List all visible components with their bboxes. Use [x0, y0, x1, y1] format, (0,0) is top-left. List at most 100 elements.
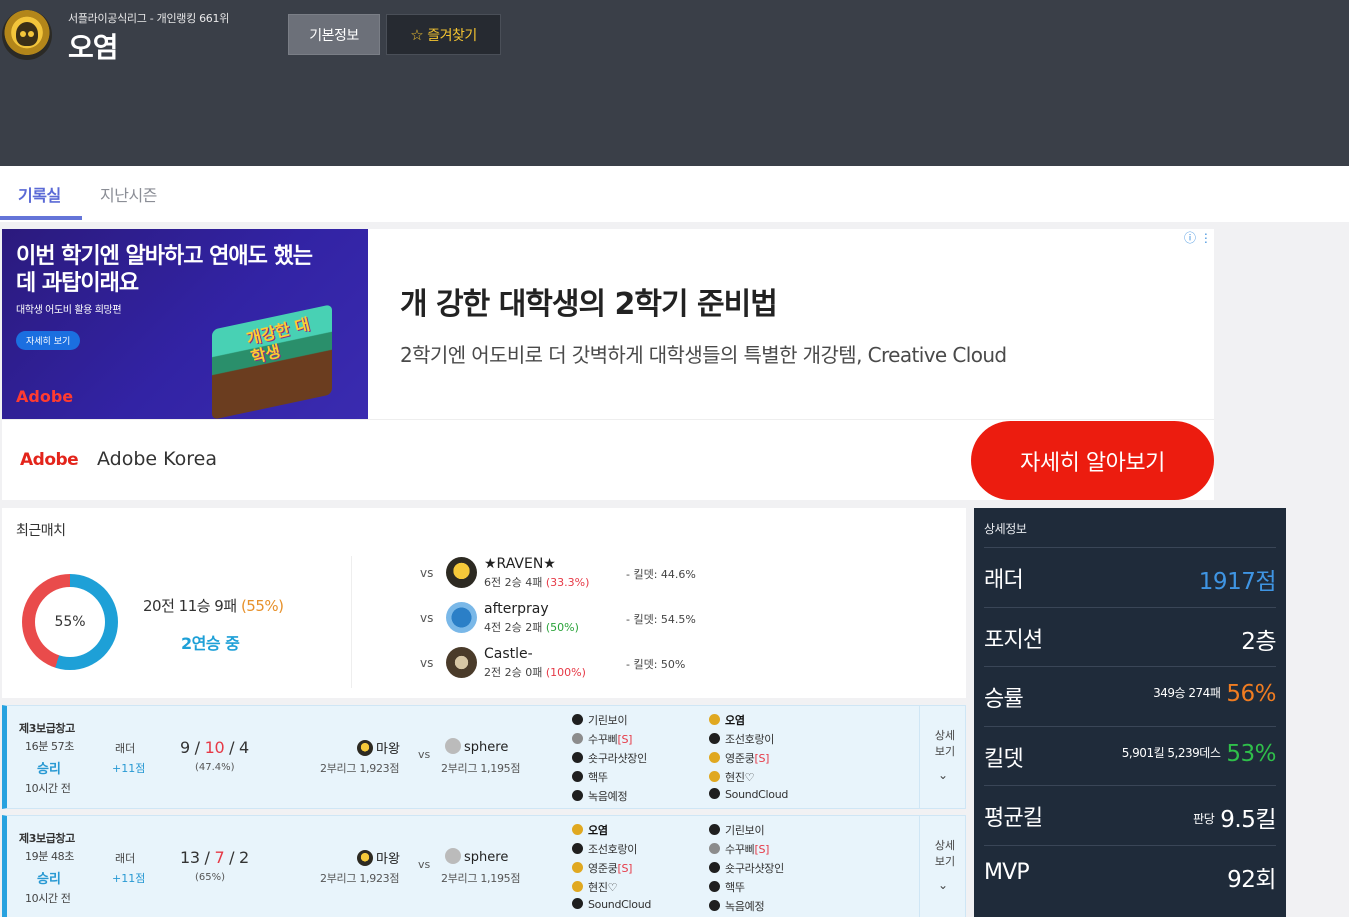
opponent-avatar	[446, 557, 477, 588]
match-result: 승리	[37, 762, 61, 777]
roster-player[interactable]: 녹음예정	[709, 898, 849, 917]
match-ago: 10시간 전	[25, 782, 71, 795]
ad-image-headline: 이번 학기엔 알바하고 연애도 했는데 과탑이래요	[16, 244, 313, 296]
match-kda: 9 / 10 / 4	[180, 738, 249, 757]
vs-label: vs	[418, 748, 431, 761]
roster-player[interactable]: SoundCloud	[572, 898, 712, 917]
stat-label: 승률	[984, 687, 1024, 712]
ladder-delta: +11점	[112, 762, 146, 775]
win-rate-donut: 55%	[22, 574, 118, 670]
roster-player[interactable]: 오염	[709, 712, 849, 731]
stat-value: 판당 9.5킬	[1193, 807, 1276, 833]
roster-player[interactable]: 숏구라샷장인	[572, 750, 712, 769]
race-icon	[709, 771, 720, 782]
race-icon	[572, 733, 583, 744]
match-row[interactable]: 제3보급창고 19분 48초 승리 10시간 전 래더 +11점 13 / 7 …	[2, 815, 966, 917]
opponent-name[interactable]: afterpray	[484, 601, 549, 617]
roster-player[interactable]: 오염	[572, 822, 712, 841]
ad-description: 2학기엔 어도비로 더 갓벽하게 대학생들의 특별한 개강템, Creative…	[400, 343, 1007, 367]
roster-player[interactable]: 기린보이	[709, 822, 849, 841]
race-icon	[709, 824, 720, 835]
opponent-name[interactable]: Castle-	[484, 646, 533, 662]
race-icon	[572, 843, 583, 854]
roster-player[interactable]: 숏구라샷장인	[709, 860, 849, 879]
favorite-button[interactable]: ☆ 즐겨찾기	[386, 14, 501, 55]
race-icon	[709, 881, 720, 892]
opponent-row[interactable]: vs afterpray 4전 2승 2패 (50%) - 킬뎃: 54.5%	[420, 601, 720, 641]
stat-value: 5,901킬 5,239데스 53%	[1121, 740, 1277, 767]
vs-label: vs	[420, 611, 434, 625]
tab-records[interactable]: 기록실	[18, 182, 61, 206]
roster-player[interactable]: 조선호랑이	[709, 731, 849, 750]
roster-player[interactable]: 영준쿵[S]	[572, 860, 712, 879]
match-duration: 16분 57초	[25, 740, 74, 753]
ladder-label: 래더	[115, 852, 136, 865]
race-icon	[572, 771, 583, 782]
race-icon	[709, 752, 720, 763]
race-icon	[572, 898, 583, 909]
captain-2[interactable]: sphere	[445, 738, 508, 755]
divider	[351, 556, 352, 688]
ad-divider	[2, 419, 1214, 420]
captain-avatar	[445, 738, 461, 754]
opponent-name[interactable]: ★RAVEN★	[484, 556, 556, 572]
tab-last-season[interactable]: 지난시즌	[100, 182, 157, 206]
match-detail-button[interactable]: 상세 보기 ⌄	[919, 816, 965, 917]
chevron-down-icon: ⌄	[938, 768, 949, 782]
match-row[interactable]: 제3보급창고 16분 57초 승리 10시간 전 래더 +11점 9 / 10 …	[2, 705, 966, 809]
ad-image-button[interactable]: 자세히 보기	[16, 331, 81, 350]
roster-player[interactable]: 현진♡	[572, 879, 712, 898]
race-icon	[709, 900, 720, 911]
roster-player[interactable]: 수꾸삐[S]	[572, 731, 712, 750]
stat-row: 킬뎃 5,901킬 5,239데스 53%	[984, 725, 1277, 785]
match-kda: 13 / 7 / 2	[180, 848, 249, 867]
roster-player[interactable]: SoundCloud	[709, 788, 849, 807]
ad-brand-name: Adobe Korea	[97, 448, 218, 470]
roster-player[interactable]: 녹음예정	[572, 788, 712, 807]
team-roster: 오염 조선호랑이 영준쿵[S] 현진♡ SoundCloud	[709, 712, 849, 807]
roster-player[interactable]: 조선호랑이	[572, 841, 712, 860]
ad-image[interactable]: 이번 학기엔 알바하고 연애도 했는데 과탑이래요 대학생 어도비 활용 희망편…	[2, 229, 368, 419]
stat-label: MVP	[984, 859, 1030, 885]
roster-player[interactable]: 영준쿵[S]	[709, 750, 849, 769]
stat-value: 92회	[1227, 866, 1276, 893]
ad-title[interactable]: 개 강한 대학생의 2학기 준비법	[400, 279, 778, 323]
opponent-killdeath: - 킬뎃: 44.6%	[626, 568, 696, 581]
stat-row: 래더 1917점	[984, 547, 1277, 606]
opponent-avatar	[446, 602, 477, 633]
profile-header: 서플라이공식리그 - 개인랭킹 661위 오염 기본정보 ☆ 즐겨찾기	[0, 0, 1349, 166]
roster-player[interactable]: 핵뚜	[572, 769, 712, 788]
ad-cta-button[interactable]: 자세히 알아보기	[971, 421, 1214, 500]
match-kda-pct: (65%)	[195, 872, 226, 883]
ladder-label: 래더	[115, 742, 136, 755]
captain-2[interactable]: sphere	[445, 848, 508, 865]
player-name: 오염	[68, 31, 119, 64]
match-kda-pct: (47.4%)	[195, 762, 235, 773]
captain-1[interactable]: 마왕	[357, 848, 400, 867]
captain-avatar	[357, 740, 373, 756]
roster-player[interactable]: 현진♡	[709, 769, 849, 788]
opponent-avatar	[446, 647, 477, 678]
match-detail-button[interactable]: 상세 보기 ⌄	[919, 706, 965, 808]
win-streak: 2연승 중	[181, 634, 240, 653]
basic-info-button[interactable]: 기본정보	[288, 14, 380, 55]
stat-label: 래더	[984, 568, 1024, 593]
race-icon	[709, 843, 720, 854]
captain-1-rank: 2부리그 1,923점	[320, 872, 400, 885]
ad-info-icon[interactable]: ⓘ ⋮	[1184, 229, 1212, 246]
race-icon	[572, 752, 583, 763]
league-rank: 서플라이공식리그 - 개인랭킹 661위	[68, 12, 230, 25]
stat-value: 1917점	[1198, 569, 1277, 595]
captain-1[interactable]: 마왕	[357, 738, 400, 757]
roster-player[interactable]: 수꾸삐[S]	[709, 841, 849, 860]
opponent-row[interactable]: vs Castle- 2전 2승 0패 (100%) - 킬뎃: 50%	[420, 646, 720, 686]
opponent-row[interactable]: vs ★RAVEN★ 6전 2승 4패 (33.3%) - 킬뎃: 44.6%	[420, 556, 720, 596]
race-icon	[572, 790, 583, 801]
captain-1-rank: 2부리그 1,923점	[320, 762, 400, 775]
roster-player[interactable]: 핵뚜	[709, 879, 849, 898]
match-duration: 19분 48초	[25, 850, 74, 863]
ad-banner[interactable]: 이번 학기엔 알바하고 연애도 했는데 과탑이래요 대학생 어도비 활용 희망편…	[2, 229, 1214, 500]
ad-image-brand: Adobe	[16, 387, 74, 406]
race-icon	[709, 714, 720, 725]
roster-player[interactable]: 기린보이	[572, 712, 712, 731]
